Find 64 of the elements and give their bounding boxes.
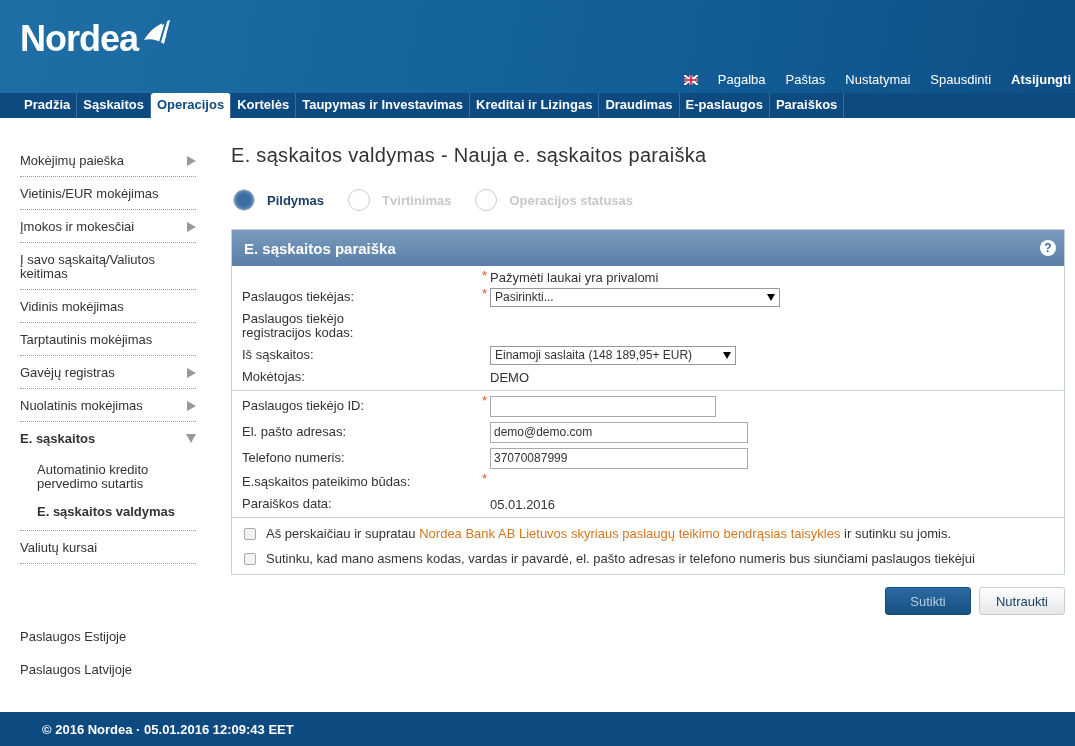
help-icon[interactable]: ? — [1040, 240, 1056, 256]
header-link[interactable]: Nustatymai — [845, 72, 911, 87]
nav-tab[interactable]: Kortelės — [231, 93, 297, 118]
caret-icon — [723, 351, 731, 359]
field-label: El. pašto adresas: — [242, 425, 348, 439]
sidebar-subitem[interactable]: Automatinio kredito pervedimo sutartis — [20, 454, 196, 496]
agree-button[interactable]: Sutikti — [884, 587, 971, 615]
dropdown[interactable]: Pasirinkti... — [490, 287, 780, 307]
nav-tab[interactable]: Sąskaitos — [77, 93, 151, 118]
nav-tab[interactable]: Taupymas ir Investavimas — [296, 93, 471, 118]
header-link[interactable]: Spausdinti — [930, 72, 992, 87]
field-label: Paraiškos data: — [242, 497, 333, 511]
input-field[interactable]: demo@demo.com — [490, 421, 748, 443]
dropdown[interactable]: Einamoji saslaita (148 189,95+ EUR) — [490, 345, 736, 365]
asterisk-text: * — [482, 268, 489, 283]
sidebar-item[interactable]: Valiutų kursai — [20, 541, 106, 555]
field-label: Iš sąskaitos: — [242, 348, 315, 362]
header-link[interactable]: Paštas — [785, 72, 826, 87]
field-label: Paslaugos tiekėjo registracijos kodas: — [242, 312, 355, 340]
sidebar-item[interactable]: Gavėjų registras — [20, 366, 123, 380]
logo[interactable]: Nordea — [20, 18, 139, 60]
nav-tab[interactable]: Draudimas — [599, 93, 680, 118]
agreement-text: Aš perskaičiau ir supratau Nordea Bank AB Lietuvos skyriaus paslaugų teikimo bendrąsias taisykles ir sutinku su jomis. — [266, 526, 952, 541]
page-title: E. sąskaitos valdymas - Nauja e. sąskaitos paraiška — [231, 144, 708, 167]
sidebar-link[interactable]: Paslaugos Estijoje — [20, 620, 196, 653]
nav-tab[interactable]: Kreditai ir Lizingas — [470, 93, 600, 118]
sidebar-item[interactable]: Nuolatinis mokėjimas — [20, 399, 151, 413]
field-label: Mokėtojas: — [242, 370, 306, 384]
checkbox[interactable] — [244, 527, 256, 540]
asterisk-text: * — [482, 286, 489, 301]
agreement-text: Sutinku, kad mano asmens kodas, vardas ir pavardė, el. pašto adresas ir telefono numeris bus siunčiami paslaugos tiekėjui — [266, 551, 975, 566]
sidebar-subitem[interactable]: E. sąskaitos valdymas — [20, 496, 196, 524]
sidebar-item[interactable]: Vietinis/EUR mokėjimas — [20, 187, 167, 201]
sidebar-item[interactable]: E. sąskaitos — [20, 432, 104, 446]
field-label: Paslaugos tiekėjo ID: — [242, 399, 366, 413]
sidebar-item[interactable]: Tarptautinis mokėjimas — [20, 333, 161, 347]
nav-tab[interactable]: Pradžia — [18, 93, 78, 118]
asterisk-text: * — [482, 471, 489, 486]
input-field[interactable] — [490, 395, 716, 417]
field-value: 05.01.2016 — [490, 496, 557, 512]
field-label: Paslaugos tiekėjas: — [242, 290, 355, 304]
header-link[interactable]: Pagalba — [717, 72, 766, 87]
field-label: E.sąskaitos pateikimo būdas: — [242, 475, 412, 489]
sidebar-item[interactable]: Vidinis mokėjimas — [20, 300, 132, 314]
sidebar-item[interactable]: Į savo sąskaitą/Valiutos keitimas — [20, 253, 196, 281]
nav-tab[interactable]: Operacijos — [150, 93, 232, 118]
required-note: Pažymėti laukai yra privalomi — [490, 269, 660, 285]
sidebar-item[interactable]: Mokėjimų paieška — [20, 154, 133, 168]
cancel-button[interactable]: Nutraukti — [978, 587, 1065, 615]
checkbox[interactable] — [244, 552, 256, 565]
panel-title: E. sąskaitos paraiška — [244, 239, 396, 257]
header-link[interactable]: Atsijungti — [1011, 72, 1071, 87]
asterisk-text: * — [482, 393, 489, 408]
step-label: Pildymas — [267, 192, 325, 208]
caret-icon — [767, 293, 775, 301]
field-label: Telefono numeris: — [242, 451, 346, 465]
sidebar-link[interactable]: Paslaugos Latvijoje — [20, 653, 196, 686]
input-field[interactable]: 37070087999 — [490, 447, 748, 469]
sidebar-item[interactable]: Įmokos ir mokesčiai — [20, 220, 143, 234]
nav-tab[interactable]: Paraiškos — [769, 93, 845, 118]
flag-icon[interactable] — [683, 74, 698, 85]
footer-text: © 2016 Nordea · 05.01.2016 12:09:43 EET — [0, 712, 1075, 746]
nav-tab[interactable]: E-paslaugos — [679, 93, 770, 118]
field-value: DEMO — [490, 369, 530, 385]
